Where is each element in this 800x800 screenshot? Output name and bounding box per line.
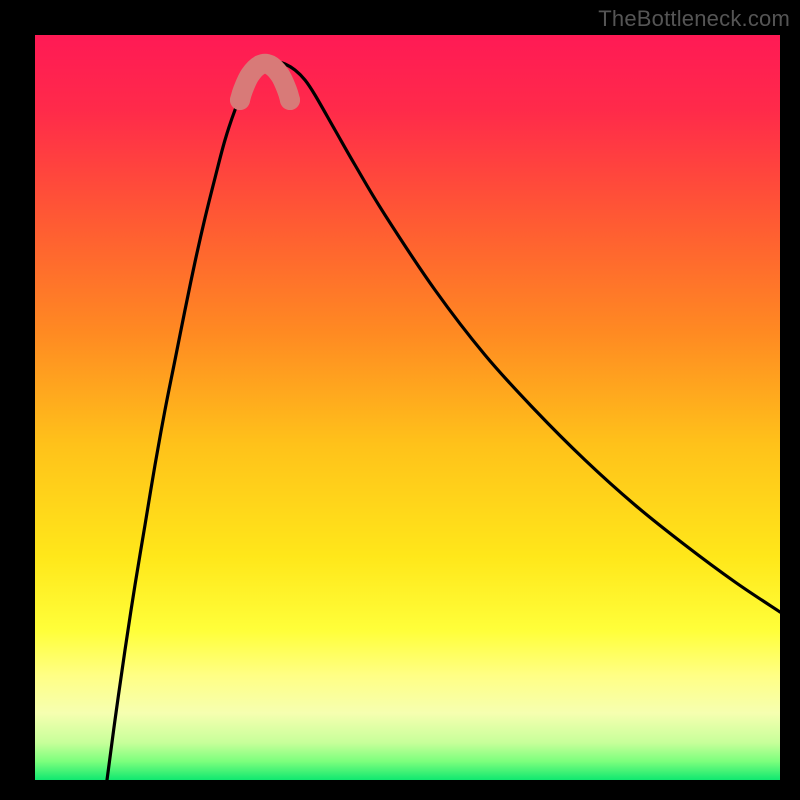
highlight-end-dot-left <box>230 90 250 110</box>
chart-frame: TheBottleneck.com <box>0 0 800 800</box>
highlight-end-dot-right <box>280 90 300 110</box>
curve-layer <box>35 35 780 780</box>
plot-area <box>35 35 780 780</box>
watermark-text: TheBottleneck.com <box>598 6 790 32</box>
bottleneck-curve <box>107 62 780 780</box>
